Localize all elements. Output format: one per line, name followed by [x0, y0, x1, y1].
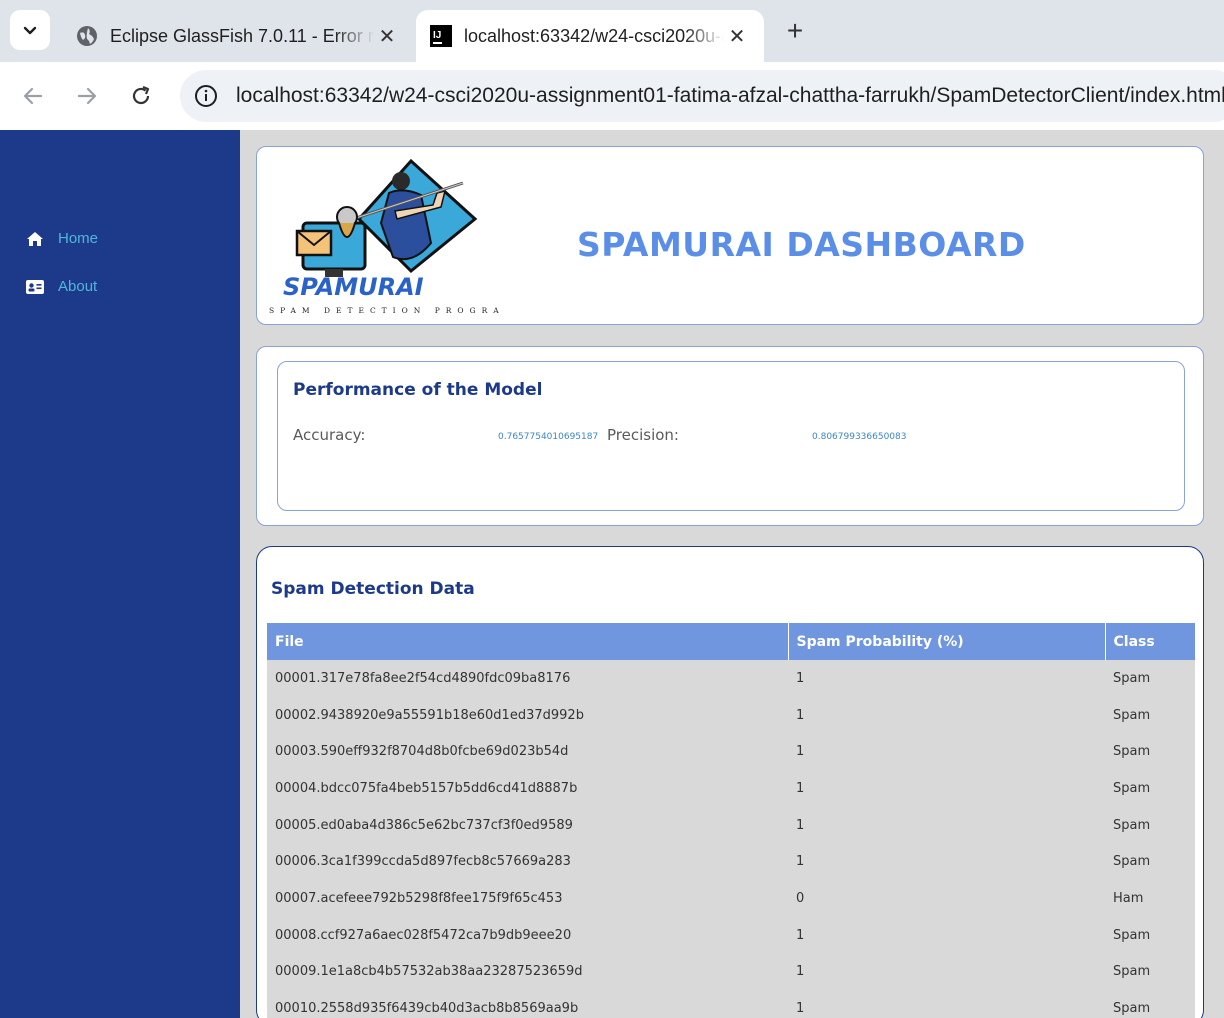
arrow-left-icon — [23, 87, 43, 105]
file-cell: 00004.bdcc075fa4beb5157b5dd6cd41d8887b — [267, 770, 788, 807]
probability-cell: 1 — [788, 843, 1105, 881]
probability-cell: 1 — [788, 806, 1105, 844]
performance-card: Performance of the Model Accuracy: 0.765… — [256, 346, 1204, 526]
svg-text:IJ: IJ — [433, 30, 441, 41]
browser-tab-strip: Eclipse GlassFish 7.0.11 - Error report … — [0, 0, 1224, 62]
chevron-down-icon — [23, 26, 37, 35]
file-cell: 00010.2558d935f6439cb40d3acb8b8569aa9b — [267, 990, 788, 1018]
close-icon[interactable]: ✕ — [374, 23, 400, 49]
address-bar[interactable]: localhost:63342/w24-csci2020u-assignment… — [180, 70, 1224, 122]
new-tab-button[interactable]: + — [778, 14, 812, 48]
performance-panel: Performance of the Model Accuracy: 0.765… — [277, 361, 1185, 511]
table-row: 00008.ccf927a6aec028f5472ca7b9db9eee20 1… — [267, 916, 1195, 954]
tab-title: Eclipse GlassFish 7.0.11 - Error report — [110, 25, 374, 46]
table-row: 00002.9438920e9a55591b18e60d1ed37d992b 1… — [267, 696, 1195, 734]
svg-text:SPAM DETECTION PROGRAM: SPAM DETECTION PROGRAM — [269, 306, 499, 315]
reload-button[interactable] — [121, 76, 161, 116]
table-row: 00005.ed0aba4d386c5e62bc737cf3f0ed9589 1… — [267, 806, 1195, 844]
file-cell: 00001.317e78fa8ee2f54cd4890fdc09ba8176 — [267, 660, 788, 697]
browser-tab-glassfish[interactable]: Eclipse GlassFish 7.0.11 - Error report … — [62, 10, 414, 62]
precision-label: Precision: — [607, 426, 679, 444]
sidebar-item-label: About — [58, 278, 98, 295]
probability-cell: 1 — [788, 696, 1105, 734]
table-row: 00001.317e78fa8ee2f54cd4890fdc09ba8176 1… — [267, 660, 1195, 697]
id-card-icon — [26, 279, 44, 295]
sidebar-item-about[interactable]: About — [26, 278, 97, 295]
info-icon[interactable] — [194, 84, 218, 108]
close-icon[interactable]: ✕ — [724, 23, 750, 49]
class-cell: Spam — [1105, 843, 1195, 881]
class-cell: Spam — [1105, 916, 1195, 954]
column-header-class[interactable]: Class — [1105, 623, 1195, 660]
class-cell: Spam — [1105, 733, 1195, 771]
file-cell: 00002.9438920e9a55591b18e60d1ed37d992b — [267, 696, 788, 734]
tab-title: localhost:63342/w24-csci2020u-assignment… — [464, 25, 724, 46]
probability-cell: 0 — [788, 880, 1105, 917]
column-header-file[interactable]: File — [267, 623, 789, 660]
probability-cell: 1 — [788, 990, 1105, 1018]
spam-data-card: Spam Detection Data File Spam Probabilit… — [256, 546, 1204, 1018]
page-title: SPAMURAI DASHBOARD — [577, 225, 1026, 264]
probability-cell: 1 — [788, 953, 1105, 991]
browser-tab-localhost[interactable]: IJ localhost:63342/w24-csci2020u-assignm… — [416, 10, 764, 62]
sidebar-item-home[interactable]: Home — [26, 230, 98, 247]
browser-toolbar: localhost:63342/w24-csci2020u-assignment… — [0, 62, 1224, 130]
table-row: 00009.1e1a8cb4b57532ab38aa23287523659d 1… — [267, 953, 1195, 991]
accuracy-label: Accuracy: — [293, 426, 366, 444]
sidebar: Home About — [0, 130, 240, 1018]
spam-data-table: File Spam Probability (%) Class 00001.31… — [267, 623, 1195, 1018]
table-row: 00006.3ca1f399ccda5d897fecb8c57669a283 1… — [267, 843, 1195, 881]
forward-button[interactable] — [67, 76, 107, 116]
class-cell: Spam — [1105, 953, 1195, 991]
table-row: 00004.bdcc075fa4beb5157b5dd6cd41d8887b 1… — [267, 770, 1195, 807]
spam-data-title: Spam Detection Data — [271, 579, 475, 599]
sidebar-item-label: Home — [58, 230, 99, 247]
reload-icon — [132, 85, 150, 105]
accuracy-value: 0.7657754010695187 — [498, 432, 599, 442]
page-viewport: Home About SPAMURAI SPAM DETECTION PROGR… — [0, 130, 1224, 1018]
intellij-icon: IJ — [430, 25, 452, 47]
svg-text:SPAMURAI: SPAMURAI — [283, 273, 424, 301]
class-cell: Spam — [1105, 660, 1195, 697]
probability-cell: 1 — [788, 660, 1105, 697]
file-cell: 00003.590eff932f8704d8b0fcbe69d023b54d — [267, 733, 788, 771]
dashboard-header-card: SPAMURAI SPAM DETECTION PROGRAM SPAMURAI… — [256, 146, 1204, 325]
file-cell: 00008.ccf927a6aec028f5472ca7b9db9eee20 — [267, 916, 788, 954]
spamurai-logo: SPAMURAI SPAM DETECTION PROGRAM — [269, 158, 499, 315]
tab-search-button[interactable] — [10, 10, 50, 50]
globe-icon — [76, 25, 98, 47]
url-text: localhost:63342/w24-csci2020u-assignment… — [236, 84, 1224, 107]
table-row: 00010.2558d935f6439cb40d3acb8b8569aa9b 1… — [267, 990, 1195, 1018]
arrow-right-icon — [77, 87, 97, 105]
probability-cell: 1 — [788, 770, 1105, 807]
column-header-probability[interactable]: Spam Probability (%) — [788, 623, 1106, 660]
probability-cell: 1 — [788, 733, 1105, 771]
table-row: 00003.590eff932f8704d8b0fcbe69d023b54d 1… — [267, 733, 1195, 771]
file-cell: 00006.3ca1f399ccda5d897fecb8c57669a283 — [267, 843, 788, 881]
class-cell: Spam — [1105, 770, 1195, 807]
performance-title: Performance of the Model — [293, 380, 543, 400]
class-cell: Spam — [1105, 990, 1195, 1018]
class-cell: Spam — [1105, 806, 1195, 844]
class-cell: Ham — [1105, 880, 1195, 917]
table-header-row: File Spam Probability (%) Class — [267, 623, 1195, 660]
precision-value: 0.806799336650083 — [812, 432, 907, 442]
class-cell: Spam — [1105, 696, 1195, 734]
back-button[interactable] — [13, 76, 53, 116]
probability-cell: 1 — [788, 916, 1105, 954]
home-icon — [26, 231, 44, 247]
file-cell: 00007.acefeee792b5298f8fee175f9f65c453 — [267, 880, 788, 917]
table-row: 00007.acefeee792b5298f8fee175f9f65c453 0… — [267, 880, 1195, 917]
file-cell: 00005.ed0aba4d386c5e62bc737cf3f0ed9589 — [267, 806, 788, 844]
file-cell: 00009.1e1a8cb4b57532ab38aa23287523659d — [267, 953, 788, 991]
